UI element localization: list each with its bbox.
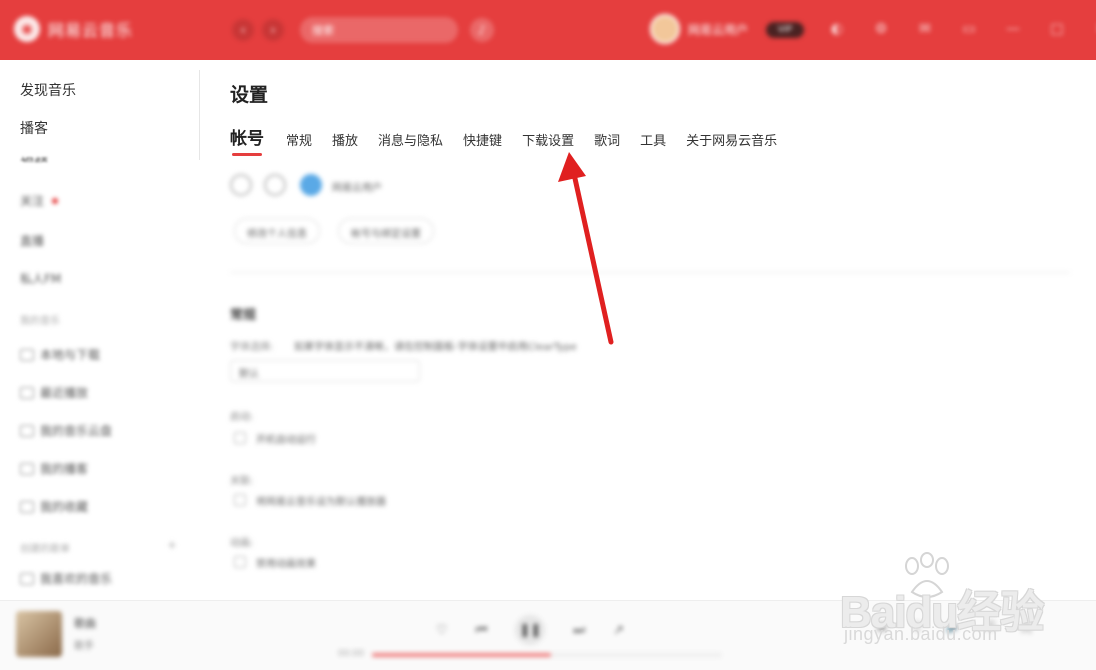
avatar[interactable] [650,14,680,44]
star-icon [20,500,34,513]
tab-tools[interactable]: 工具 [640,130,666,149]
user-menu[interactable]: 网易云用户 [650,14,748,44]
weibo-icon[interactable] [230,174,252,196]
tab-about[interactable]: 关于网易云音乐 [686,130,777,149]
cloud-icon [20,424,34,437]
app-logo[interactable]: ◉ 网易云音乐 [14,16,133,42]
sidebar-item-podcast[interactable]: 播客 [20,118,48,138]
app-name: 网易云音乐 [48,21,134,40]
sidebar-item-local[interactable]: 本地与下载 [20,346,100,363]
settings-tabs: 帐号 常规 播放 消息与隐私 快捷键 下载设置 歌词 工具 关于网易云音乐 [230,124,797,156]
vip-badge[interactable]: VIP [766,22,804,38]
animation-label: 动画: [230,538,254,549]
podcast-icon [20,462,34,475]
song-name[interactable]: 歌曲 [74,615,96,631]
progress-bar[interactable] [372,653,722,657]
sidebar-item-collection[interactable]: 我的收藏 [20,498,88,515]
search-input[interactable]: 搜索 [300,17,458,43]
sidebar-section-my-music: 我的音乐 [20,316,60,327]
username[interactable]: 网易云用户 [688,21,748,38]
page-title: 设置 [230,84,269,106]
bind-account-button[interactable]: 帐号与绑定设置 [338,218,434,244]
sidebar-section-playlists: 创建的歌单 [20,544,70,555]
maximize-icon[interactable]: □ [1046,18,1068,40]
startup-label: 启动: [230,412,254,423]
font-label: 字体选择: [230,342,274,353]
sidebar-item-follow[interactable]: 关注 [20,192,59,209]
tab-shortcuts[interactable]: 快捷键 [463,130,502,149]
tab-privacy[interactable]: 消息与隐私 [378,130,443,149]
section-divider [230,272,1070,273]
skin-icon[interactable]: ◐ [826,18,848,40]
tab-playback[interactable]: 播放 [332,130,358,149]
add-playlist-icon[interactable]: + [167,538,177,552]
tab-general[interactable]: 常规 [286,130,312,149]
title-bar: ◉ 网易云音乐 ‹ › 搜索 ♪ 网易云用户 VIP ◐ ⚙ ✉ ▭ — □ ✕ [0,0,1096,60]
previous-icon[interactable]: ⏮ [476,623,488,638]
minimize-icon[interactable]: — [1002,18,1024,40]
download-icon [20,348,34,361]
sidebar-item-fm[interactable]: 私人FM [20,270,61,287]
wechat-icon[interactable] [264,174,286,196]
annotation-arrow-icon [558,152,614,345]
sidebar-item-liked[interactable]: 我喜欢的音乐 [20,570,112,587]
section-title-general: 常规 [230,308,257,323]
sidebar-item-discover[interactable]: 发现音乐 [20,80,76,100]
qq-icon[interactable] [300,174,322,196]
mail-icon[interactable]: ✉ [914,18,936,40]
album-cover[interactable] [16,611,62,657]
associate-option: 将网易云音乐设为默认播放器 [256,497,386,508]
sidebar-item-video[interactable]: 视频 [20,154,48,162]
tab-account[interactable]: 帐号 [230,124,264,156]
font-hint: 如果字体显示不清晰，请在控制面板-字体设置中启用ClearType [294,342,577,353]
sidebar: 发现音乐 播客 视频 关注 直播 私人FM 我的音乐 本地与下载 最近播放 我的… [0,60,199,600]
netease-logo-icon: ◉ [14,16,40,42]
baidu-watermark: Baidu经验 jingyan.baidu.com [840,548,1070,658]
animation-checkbox[interactable] [234,556,246,568]
edit-profile-button[interactable]: 修改个人信息 [234,218,320,244]
settings-content: 网易云用户 修改个人信息 帐号与绑定设置 常规 字体选择: 如果字体显示不清晰，… [210,160,1090,600]
startup-checkbox[interactable] [234,432,246,444]
heart-icon [20,572,34,585]
back-icon[interactable]: ‹ [232,19,254,41]
forward-icon[interactable]: › [262,19,284,41]
mic-icon[interactable]: ♪ [470,18,494,42]
associate-checkbox[interactable] [234,494,246,506]
sidebar-item-recent[interactable]: 最近播放 [20,384,88,401]
sidebar-item-live[interactable]: 直播 [20,232,44,249]
font-select[interactable]: 默认 [230,360,420,382]
time-current: 00:00 [338,649,364,659]
animation-option: 禁用动画效果 [256,559,316,570]
clock-icon [20,386,34,399]
progress-fill [372,653,551,657]
associate-label: 关联: [230,476,254,487]
settings-gear-icon[interactable]: ⚙ [870,18,892,40]
sidebar-divider [199,70,200,160]
like-icon[interactable]: ♡ [436,623,448,638]
share-icon[interactable]: ↗ [613,623,624,638]
song-artist[interactable]: 歌手 [74,637,94,652]
close-icon[interactable]: ✕ [1090,18,1096,40]
mini-mode-icon[interactable]: ▭ [958,18,980,40]
sidebar-item-my-podcast[interactable]: 我的播客 [20,460,88,477]
play-pause-button[interactable]: ❚❚ [515,615,546,645]
sidebar-item-cloud[interactable]: 我的音乐云盘 [20,422,112,439]
startup-option: 开机自动运行 [256,435,316,446]
account-name: 网易云用户 [332,183,382,194]
next-icon[interactable]: ⏭ [573,623,585,638]
notification-dot [52,197,59,204]
watermark-url: jingyan.baidu.com [844,624,998,644]
